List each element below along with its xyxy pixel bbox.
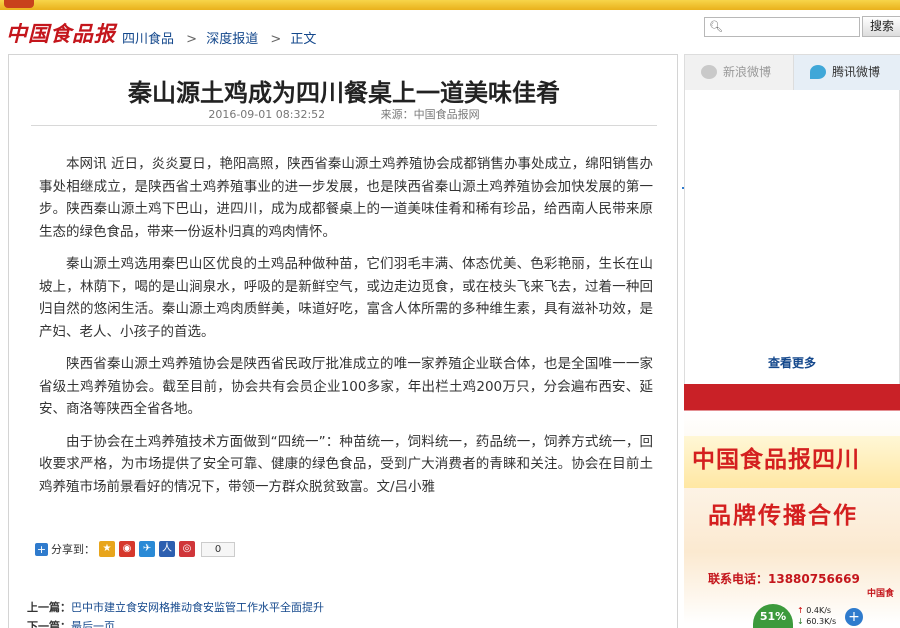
renren-share-icon[interactable]: 人: [159, 541, 175, 557]
ad-logo-mark: 中国食: [866, 589, 894, 599]
article-datetime: 2016-09-01 08:32:52: [208, 108, 326, 121]
upload-speed: 0.4K/s: [806, 606, 832, 615]
share-count: 0: [201, 541, 235, 557]
tab-tencent-weibo-label: 腾讯微博: [832, 65, 881, 79]
ad-phone: 联系电话：13880756669: [708, 572, 860, 586]
prev-article-label: 上一篇：: [27, 601, 71, 614]
tencent-weibo-share-icon[interactable]: ✈: [139, 541, 155, 557]
sina-weibo-icon: [701, 65, 717, 79]
weibo-share-icon[interactable]: ◉: [119, 541, 135, 557]
article-meta: 2016-09-01 08:32:52 来源：中国食品报网: [9, 106, 679, 122]
breadcrumb-item-article: 正文: [290, 32, 317, 47]
breadcrumb-item-in-depth[interactable]: 深度报道: [206, 32, 258, 47]
breadcrumb-separator: >: [186, 32, 198, 47]
download-arrow-icon: ↓: [797, 617, 804, 626]
ad-headline: 中国食品报四川: [692, 446, 860, 473]
sidebar: 新浪微博 腾讯微博 查看更多 中国食品报四川 品牌传播合作 联系电话：13880…: [684, 54, 900, 628]
next-article: 下一篇：最后一页: [27, 618, 115, 628]
search-icon: 🔍︎: [709, 20, 723, 33]
tab-sina-weibo[interactable]: 新浪微博: [685, 55, 793, 90]
share-plus-icon[interactable]: +: [35, 542, 48, 556]
search-button[interactable]: 搜索: [862, 16, 900, 37]
tab-sina-weibo-label: 新浪微博: [723, 65, 772, 79]
search-box: 🔍︎: [704, 17, 860, 37]
article-panel: 秦山源土鸡成为四川餐桌上一道美味佳肴 2016-09-01 08:32:52 来…: [8, 54, 678, 628]
upload-arrow-icon: ↑: [797, 606, 804, 615]
prev-article-link[interactable]: 巴中市建立食安网格推动食安监管工作水平全面提升: [71, 601, 324, 614]
top-banner-strip: [0, 0, 900, 10]
top-strip-decoration: [4, 0, 34, 8]
article-title: 秦山源土鸡成为四川餐桌上一道美味佳肴: [128, 78, 560, 107]
network-gauge: 51%: [753, 604, 793, 628]
next-article-link[interactable]: 最后一页: [71, 620, 115, 628]
douban-share-icon[interactable]: ◎: [179, 541, 195, 557]
network-speed-widget[interactable]: 51% ↑ 0.4K/s ↓ 60.3K/s +: [753, 604, 873, 628]
ad-banner[interactable]: 中国食品报四川 品牌传播合作 联系电话：13880756669 中国食: [684, 384, 900, 624]
download-speed: 60.3K/s: [806, 617, 837, 626]
speed-readout: ↑ 0.4K/s ↓ 60.3K/s: [797, 605, 836, 627]
breadcrumb: 四川食品 > 深度报道 > 正文: [122, 28, 319, 47]
breadcrumb-item-sichuan-food[interactable]: 四川食品: [122, 32, 174, 47]
article-source: 来源：中国食品报网: [380, 108, 480, 121]
tab-tencent-weibo[interactable]: 腾讯微博: [793, 55, 900, 90]
article-paragraph: 本网讯 近日，炎炎夏日，艳阳高照，陕西省秦山源土鸡养殖协会成都销售办事处成立，绵…: [39, 156, 653, 240]
weibo-tabs: 新浪微博 腾讯微博: [684, 54, 900, 90]
article-body: 本网讯 近日，炎炎夏日，艳阳高照，陕西省秦山源土鸡养殖协会成都销售办事处成立，绵…: [39, 153, 653, 508]
prev-article: 上一篇：巴中市建立食安网格推动食安监管工作水平全面提升: [27, 599, 324, 615]
share-bar: + 分享到： ★ ◉ ✈ 人 ◎ 0: [35, 540, 235, 558]
breadcrumb-separator: >: [270, 32, 282, 47]
qzone-icon[interactable]: ★: [99, 541, 115, 557]
see-more-link[interactable]: 查看更多: [684, 354, 900, 371]
weibo-feed: [684, 90, 900, 386]
article-paragraph: 秦山源土鸡选用秦巴山区优良的土鸡品种做种苗，它们羽毛丰满、体态优美、色彩艳丽，生…: [39, 256, 653, 340]
site-header: 中国食品报 四川食品 > 深度报道 > 正文: [0, 14, 690, 52]
widget-plus-button[interactable]: +: [845, 608, 863, 626]
title-divider: [31, 125, 657, 126]
share-label: 分享到：: [51, 543, 95, 556]
ad-subheadline: 品牌传播合作: [708, 502, 858, 529]
tencent-weibo-icon: [810, 65, 826, 79]
next-article-label: 下一篇：: [27, 620, 71, 628]
search-input[interactable]: [723, 19, 857, 35]
article-paragraph: 由于协会在土鸡养殖技术方面做到“四统一”：种苗统一，饲料统一，药品统一，饲养方式…: [39, 433, 653, 495]
article-paragraph: 陕西省秦山源土鸡养殖协会是陕西省民政厅批准成立的唯一家养殖企业联合体，也是全国唯…: [39, 356, 653, 417]
site-logo[interactable]: 中国食品报: [6, 18, 116, 48]
